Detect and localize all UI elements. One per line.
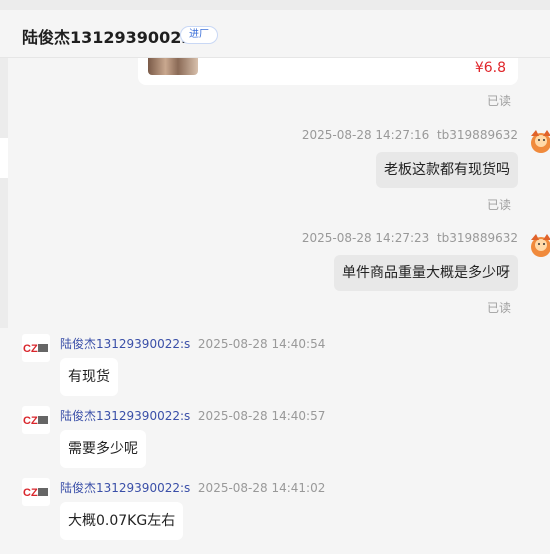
buyer-avatar-icon[interactable]: [528, 230, 550, 260]
message-timestamp: 2025-08-28 14:40:57: [197, 409, 326, 423]
message-bubble[interactable]: 需要多少呢: [60, 430, 146, 468]
message-meta: 2025-08-28 14:27:23 tb319889632: [302, 231, 518, 245]
svg-text:CZ: CZ: [23, 487, 38, 499]
message-bubble[interactable]: 单件商品重量大概是多少呀: [334, 255, 518, 291]
seller-avatar-icon[interactable]: CZ: [22, 478, 50, 506]
message-sender[interactable]: 陆俊杰13129390022:s: [60, 337, 190, 351]
message-sender[interactable]: 陆俊杰13129390022:s: [60, 409, 190, 423]
read-status: 已读: [487, 198, 512, 212]
message-sender: tb319889632: [436, 128, 518, 142]
chat-header: 陆俊杰13129390022 进厂: [0, 0, 550, 58]
message-meta: 2025-08-28 14:27:16 tb319889632: [302, 128, 518, 142]
message-bubble[interactable]: 大概0.07KG左右: [60, 502, 184, 540]
svg-text:CZ: CZ: [23, 415, 38, 427]
message-timestamp: 2025-08-28 14:27:23: [301, 231, 430, 245]
product-card[interactable]: ¥6.8: [138, 58, 518, 85]
svg-text:CZ: CZ: [23, 343, 38, 355]
message-bubble[interactable]: 老板这款都有现货吗: [376, 152, 518, 188]
message-meta: 陆俊杰13129390022:s 2025-08-28 14:40:57: [60, 407, 325, 424]
message-bubble[interactable]: 有现货: [60, 358, 118, 396]
message-timestamp: 2025-08-28 14:41:02: [197, 481, 326, 495]
contact-name[interactable]: 陆俊杰13129390022: [22, 24, 192, 48]
message-meta: 陆俊杰13129390022:s 2025-08-28 14:41:02: [60, 479, 325, 496]
message-sender: tb319889632: [436, 231, 518, 245]
product-price: ¥6.8: [474, 60, 506, 76]
seller-avatar-icon[interactable]: CZ: [22, 406, 50, 434]
message-timestamp: 2025-08-28 14:27:16: [301, 128, 430, 142]
buyer-avatar-icon[interactable]: [528, 126, 550, 156]
read-status: 已读: [487, 94, 512, 108]
message-timestamp: 2025-08-28 14:40:54: [197, 337, 326, 351]
message-meta: 陆俊杰13129390022:s 2025-08-28 14:40:54: [60, 335, 325, 352]
seller-avatar-icon[interactable]: CZ: [22, 334, 50, 362]
message-sender[interactable]: 陆俊杰13129390022:s: [60, 481, 190, 495]
read-status: 已读: [487, 301, 512, 315]
product-thumbnail[interactable]: [148, 58, 198, 75]
contact-tag-badge[interactable]: 进厂: [180, 26, 218, 44]
left-panel-edge: [0, 58, 8, 554]
